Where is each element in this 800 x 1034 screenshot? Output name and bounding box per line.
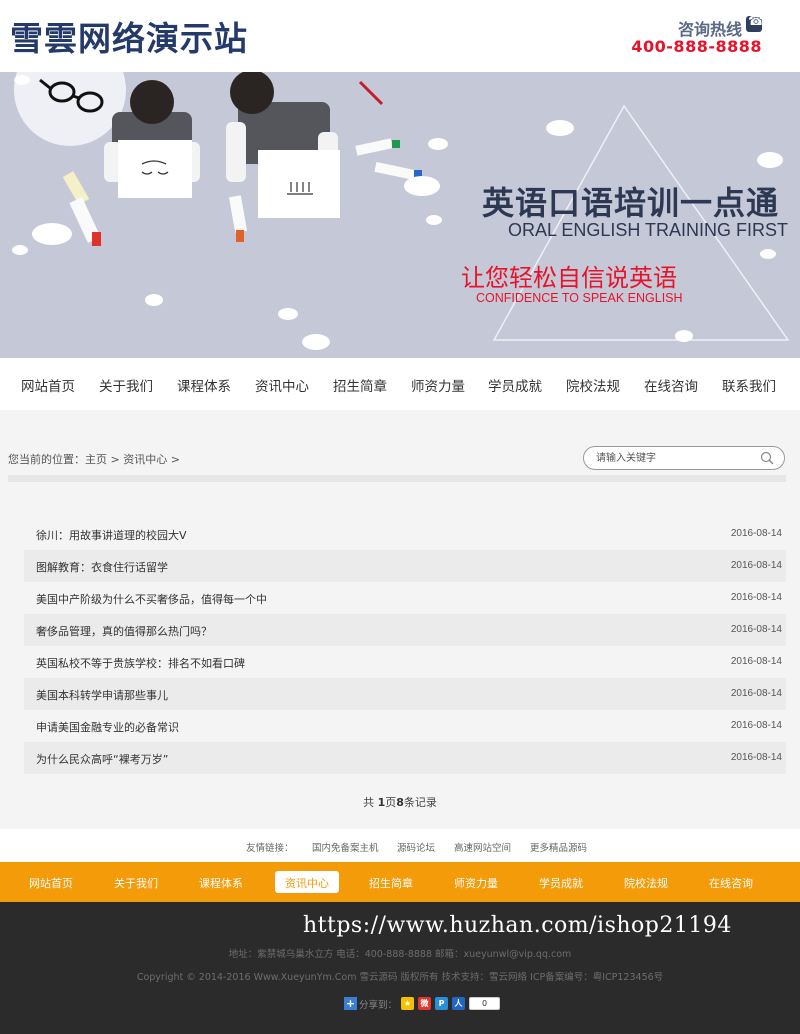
article-date: 2016-08-14 — [730, 560, 782, 571]
tencent-weibo-icon[interactable]: P — [435, 997, 448, 1010]
phone-icon — [746, 14, 764, 32]
article-title[interactable]: 为什么民众高呼“裸考万岁” — [36, 751, 168, 767]
hotline-number: 400-888-8888 — [631, 37, 762, 56]
article-title[interactable]: 申请美国金融专业的必备常识 — [36, 719, 179, 735]
nav-item-contact[interactable]: 联系我们 — [722, 375, 776, 395]
search-input[interactable] — [596, 450, 756, 466]
footer-nav: 网站首页 关于我们 课程体系 资讯中心 招生简章 师资力量 学员成就 院校法规 … — [0, 862, 800, 902]
breadcrumb-prefix: 您当前的位置： — [8, 453, 85, 466]
nav-item-news[interactable]: 资讯中心 — [255, 375, 309, 395]
qzone-icon[interactable]: ★ — [401, 997, 414, 1010]
footer-nav-courses[interactable]: 课程体系 — [199, 875, 243, 891]
weibo-icon[interactable]: 微 — [418, 997, 431, 1010]
article-date: 2016-08-14 — [730, 688, 782, 699]
friend-link[interactable]: 国内免备案主机 — [312, 840, 379, 854]
footer-nav-teachers[interactable]: 师资力量 — [454, 875, 498, 891]
nav-item-teachers[interactable]: 师资力量 — [411, 375, 465, 395]
article-date: 2016-08-14 — [730, 592, 782, 603]
footer-nav-regulations[interactable]: 院校法规 — [624, 875, 668, 891]
footer-nav-about[interactable]: 关于我们 — [114, 875, 158, 891]
list-item[interactable]: 申请美国金融专业的必备常识 2016-08-14 — [24, 710, 786, 742]
watermark-url: https://www.huzhan.com/ishop21194 — [303, 913, 732, 938]
article-date: 2016-08-14 — [730, 528, 782, 539]
article-title[interactable]: 徐川：用故事讲道理的校园大V — [36, 527, 187, 543]
banner-title: 英语口语培训一点通 — [482, 184, 780, 222]
footer-nav-news[interactable]: 资讯中心 — [275, 875, 339, 891]
search-icon[interactable] — [760, 451, 774, 465]
article-title[interactable]: 图解教育：衣食住行话留学 — [36, 559, 168, 575]
pagination-count: 8 — [396, 796, 404, 809]
friend-links-label: 友情链接： — [246, 843, 294, 854]
pagination-suffix: 条记录 — [403, 796, 437, 809]
article-list: 徐川：用故事讲道理的校园大V 2016-08-14 图解教育：衣食住行话留学 2… — [24, 518, 786, 774]
article-title[interactable]: 美国本科转学申请那些事儿 — [36, 687, 168, 703]
site-footer: https://www.huzhan.com/ishop21194 地址：紫禁城… — [0, 902, 800, 1034]
nav-item-courses[interactable]: 课程体系 — [177, 375, 231, 395]
breadcrumb: 您当前的位置：主页 > 资讯中心 > — [8, 451, 180, 467]
footer-nav-achievements[interactable]: 学员成就 — [539, 875, 583, 891]
banner-slogan: 让您轻松自信说英语 — [461, 264, 677, 292]
list-item[interactable]: 英国私校不等于贵族学校：排名不如看口碑 2016-08-14 — [24, 646, 786, 678]
pagination-prefix: 共 — [363, 796, 378, 809]
article-title[interactable]: 奢侈品管理，真的值得那么热门吗？ — [36, 623, 212, 639]
footer-nav-admissions[interactable]: 招生简章 — [369, 875, 413, 891]
nav-item-regulations[interactable]: 院校法规 — [566, 375, 620, 395]
banner-slogan-en: CONFIDENCE TO SPEAK ENGLISH — [476, 291, 683, 305]
nav-item-consult[interactable]: 在线咨询 — [644, 375, 698, 395]
list-item[interactable]: 奢侈品管理，真的值得那么热门吗？ 2016-08-14 — [24, 614, 786, 646]
search-box — [583, 446, 785, 470]
breadcrumb-current[interactable]: 资讯中心 — [123, 453, 167, 466]
article-title[interactable]: 美国中产阶级为什么不买奢侈品，值得每一个中 — [36, 591, 267, 607]
friend-link[interactable]: 源码论坛 — [397, 840, 435, 854]
footer-nav-home[interactable]: 网站首页 — [29, 875, 73, 891]
main-nav: 网站首页 关于我们 课程体系 资讯中心 招生简章 师资力量 学员成就 院校法规 … — [0, 358, 800, 410]
breadcrumb-home[interactable]: 主页 — [85, 453, 107, 466]
breadcrumb-separator: > — [110, 453, 120, 466]
pagination-middle: 页 — [385, 796, 397, 809]
nav-item-home[interactable]: 网站首页 — [21, 375, 75, 395]
pagination-summary: 共 1页8条记录 — [0, 794, 800, 810]
article-date: 2016-08-14 — [730, 752, 782, 763]
list-item[interactable]: 为什么民众高呼“裸考万岁” 2016-08-14 — [24, 742, 786, 774]
site-header: 雪雲网络演示站 咨询热线 400-888-8888 — [0, 0, 800, 72]
footer-nav-news-active[interactable]: 资讯中心 — [275, 871, 339, 893]
friend-link[interactable]: 高速网站空间 — [454, 840, 511, 854]
share-plus-icon[interactable]: + — [344, 997, 357, 1010]
nav-item-achievements[interactable]: 学员成就 — [488, 375, 542, 395]
hero-banner[interactable]: 英语口语培训一点通 ORAL ENGLISH TRAINING FIRST 让您… — [0, 72, 800, 358]
friend-links: 友情链接： 国内免备案主机 源码论坛 高速网站空间 更多精品源码 — [0, 829, 800, 862]
site-logo[interactable]: 雪雲网络演示站 — [10, 12, 248, 60]
banner-subtitle: ORAL ENGLISH TRAINING FIRST — [508, 220, 789, 240]
article-date: 2016-08-14 — [730, 656, 782, 667]
share-label: 分享到： — [359, 1000, 398, 1011]
renren-icon[interactable]: 人 — [452, 997, 465, 1010]
footer-contact-line: 地址：紫禁城乌巢水立方 电话：400-888-8888 邮箱：xueyunwl@… — [228, 949, 572, 960]
article-date: 2016-08-14 — [730, 720, 782, 731]
list-item[interactable]: 美国本科转学申请那些事儿 2016-08-14 — [24, 678, 786, 710]
share-count: 0 — [469, 997, 500, 1010]
content-divider — [8, 475, 786, 482]
article-date: 2016-08-14 — [730, 624, 782, 635]
friend-link[interactable]: 更多精品源码 — [530, 840, 587, 854]
breadcrumb-separator: > — [170, 453, 180, 466]
footer-copyright-line: Copyright © 2014-2016 Www.XueyunYm.Com 雪… — [136, 972, 664, 983]
list-item[interactable]: 徐川：用故事讲道理的校园大V 2016-08-14 — [24, 518, 786, 550]
list-item[interactable]: 美国中产阶级为什么不买奢侈品，值得每一个中 2016-08-14 — [24, 582, 786, 614]
nav-item-admissions[interactable]: 招生简章 — [333, 375, 387, 395]
footer-nav-consult[interactable]: 在线咨询 — [709, 875, 753, 891]
article-title[interactable]: 英国私校不等于贵族学校：排名不如看口碑 — [36, 655, 245, 671]
nav-item-about[interactable]: 关于我们 — [99, 375, 153, 395]
list-item[interactable]: 图解教育：衣食住行话留学 2016-08-14 — [24, 550, 786, 582]
